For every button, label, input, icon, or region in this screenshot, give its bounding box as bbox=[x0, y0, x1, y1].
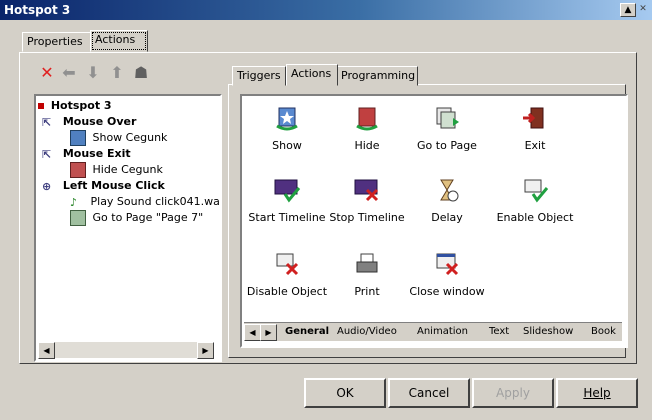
actions-grid: Show Hide Go to Page Exit Start Timeline… bbox=[240, 94, 628, 348]
tab-triggers[interactable]: Triggers bbox=[232, 66, 286, 86]
page-icon bbox=[70, 210, 86, 226]
tab-text[interactable]: Text bbox=[486, 324, 512, 340]
action-print[interactable]: Print bbox=[322, 250, 412, 298]
tab-audio-video[interactable]: Audio/Video bbox=[334, 324, 400, 340]
tree-item-mouse-exit[interactable]: ⇱ Mouse Exit bbox=[42, 146, 131, 161]
action-exit[interactable]: Exit bbox=[490, 104, 580, 152]
enable-object-icon bbox=[524, 179, 549, 203]
tab-properties[interactable]: Properties bbox=[22, 32, 92, 52]
close-icon[interactable]: ✕ bbox=[636, 3, 650, 15]
tree-item-mouse-over[interactable]: ⇱ Mouse Over bbox=[42, 114, 136, 129]
tab-book[interactable]: Book bbox=[588, 324, 619, 340]
cancel-button[interactable]: Cancel bbox=[388, 378, 470, 408]
help-icon[interactable]: ▲ bbox=[620, 3, 636, 17]
action-delay[interactable]: Delay bbox=[402, 176, 492, 224]
show-icon bbox=[276, 107, 298, 131]
tree-horizontal-scrollbar[interactable]: ◀ ▶ bbox=[38, 342, 214, 359]
disable-object-icon bbox=[276, 253, 299, 276]
tree-item-hide-cegunk[interactable]: Hide Cegunk bbox=[70, 162, 163, 178]
tab-slideshow[interactable]: Slideshow bbox=[520, 324, 576, 340]
ok-button[interactable]: OK bbox=[304, 378, 386, 408]
pages-icon bbox=[436, 107, 459, 129]
hide-icon bbox=[70, 162, 86, 178]
tab-animation[interactable]: Animation bbox=[414, 324, 471, 340]
hourglass-icon bbox=[440, 179, 459, 202]
start-timeline-icon bbox=[274, 179, 301, 203]
tree-item-left-mouse-click[interactable]: ⊕ Left Mouse Click bbox=[42, 178, 165, 193]
dialog-window: Hotspot 3 ▲ ✕ Properties Actions ✕ ⬅ ⬇ ⬆… bbox=[0, 0, 652, 420]
help-button[interactable]: Help bbox=[556, 378, 638, 408]
tree-item-hotspot[interactable]: Hotspot 3 bbox=[38, 98, 112, 113]
tree-item-go-to-page[interactable]: Go to Page "Page 7" bbox=[70, 210, 203, 226]
action-stop-timeline[interactable]: Stop Timeline bbox=[322, 176, 412, 224]
window-title: Hotspot 3 bbox=[4, 3, 71, 17]
move-up-icon[interactable]: ⬆ bbox=[108, 64, 126, 82]
delete-icon[interactable]: ✕ bbox=[38, 64, 56, 82]
tab-scroll-left-icon[interactable]: ◀ bbox=[244, 324, 261, 341]
action-start-timeline[interactable]: Start Timeline bbox=[242, 176, 332, 224]
cursor-icon: ⇱ bbox=[42, 148, 52, 161]
sound-icon: ♪ bbox=[70, 196, 78, 209]
printer-icon bbox=[356, 253, 378, 273]
tab-programming[interactable]: Programming bbox=[336, 66, 418, 86]
scroll-right-icon[interactable]: ▶ bbox=[197, 342, 214, 359]
people-icon[interactable]: ☗ bbox=[132, 64, 150, 82]
action-tree[interactable]: Hotspot 3 ⇱ Mouse Over Show Cegunk ⇱ Mou… bbox=[34, 94, 222, 362]
action-show[interactable]: Show bbox=[242, 104, 332, 152]
category-tabs: ◀ ▶ General Audio/Video Animation Text S… bbox=[244, 322, 622, 341]
tab-sub-actions[interactable]: Actions bbox=[286, 64, 338, 86]
tab-scroll-right-icon[interactable]: ▶ bbox=[260, 324, 277, 341]
exit-door-icon bbox=[523, 107, 544, 129]
stop-timeline-icon bbox=[354, 179, 379, 202]
action-hide[interactable]: Hide bbox=[322, 104, 412, 152]
action-disable-object[interactable]: Disable Object bbox=[242, 250, 332, 298]
action-enable-object[interactable]: Enable Object bbox=[490, 176, 580, 224]
tab-general[interactable]: General bbox=[282, 324, 332, 340]
action-go-to-page[interactable]: Go to Page bbox=[402, 104, 492, 152]
move-down-icon[interactable]: ⬇ bbox=[84, 64, 102, 82]
cursor-icon: ⇱ bbox=[42, 116, 52, 129]
tree-item-show-cegunk[interactable]: Show Cegunk bbox=[70, 130, 167, 146]
action-close-window[interactable]: Close window bbox=[402, 250, 492, 298]
move-left-icon[interactable]: ⬅ bbox=[60, 64, 78, 82]
show-icon bbox=[70, 130, 86, 146]
hotspot-icon bbox=[38, 103, 44, 109]
mouse-icon: ⊕ bbox=[42, 180, 52, 193]
apply-button[interactable]: Apply bbox=[472, 378, 554, 408]
tab-actions[interactable]: Actions bbox=[90, 30, 148, 52]
title-bar[interactable]: Hotspot 3 ▲ ✕ bbox=[0, 0, 652, 20]
close-window-icon bbox=[436, 253, 459, 276]
scroll-left-icon[interactable]: ◀ bbox=[38, 342, 55, 359]
tree-item-play-sound[interactable]: ♪ Play Sound click041.wav bbox=[70, 194, 220, 209]
hide-icon bbox=[356, 107, 378, 131]
